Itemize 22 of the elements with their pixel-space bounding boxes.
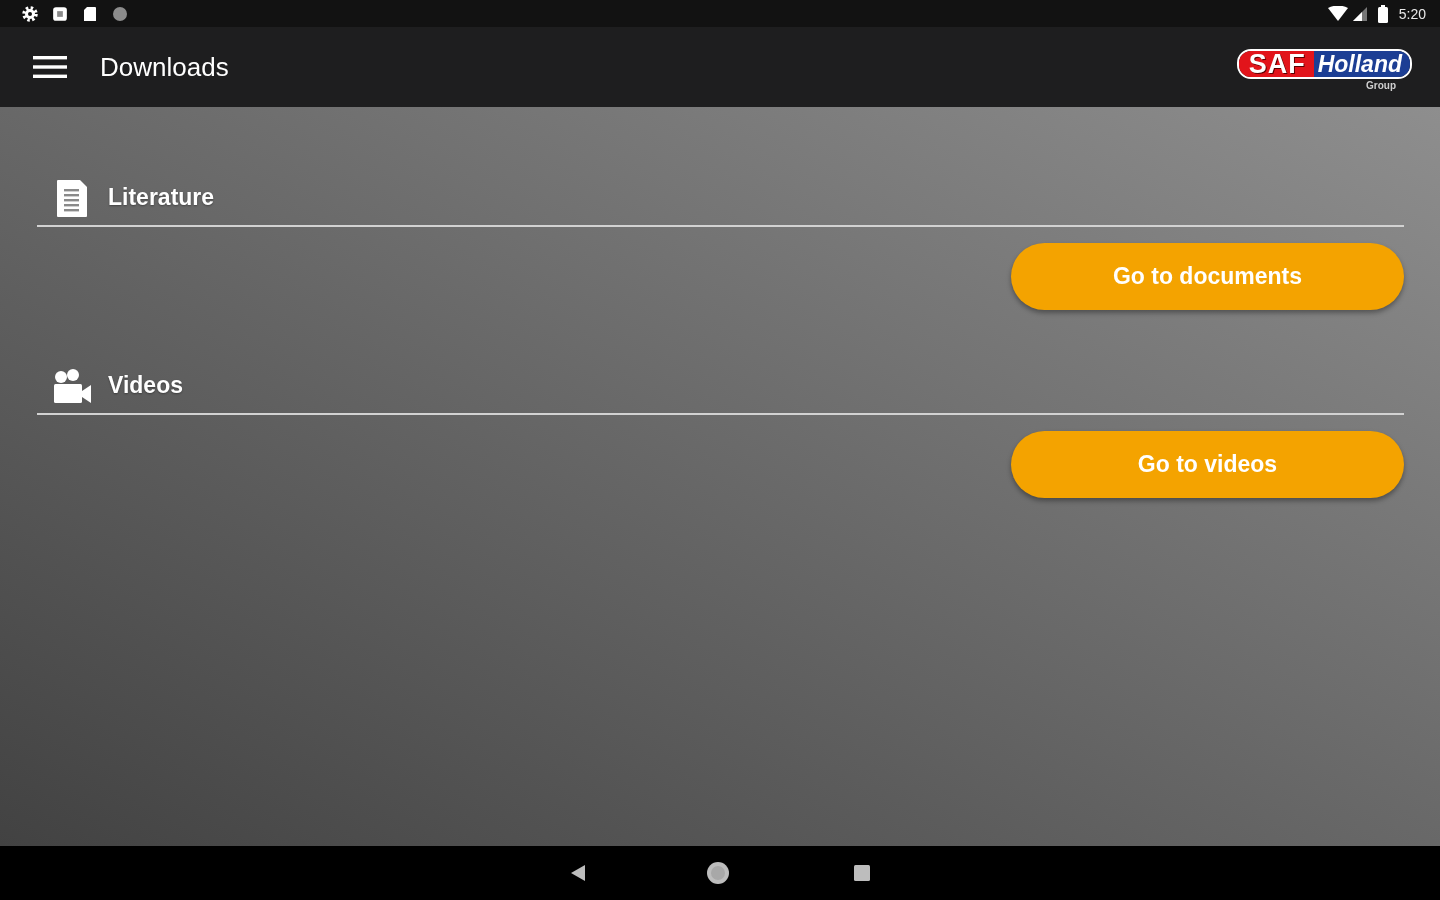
recents-icon[interactable] — [853, 865, 870, 881]
logo-wordmark-secondary: Holland — [1313, 51, 1410, 77]
battery-icon — [1377, 4, 1388, 23]
menu-icon — [33, 56, 67, 78]
logo-tagline: Group — [1366, 80, 1396, 91]
app-title: Downloads — [100, 51, 229, 83]
logo-wordmark: SAF — [1238, 51, 1314, 77]
sd-card-icon — [82, 5, 98, 22]
home-icon[interactable] — [706, 862, 729, 884]
wifi-icon — [1327, 5, 1348, 22]
video-camera-icon — [53, 369, 91, 403]
document-icon — [57, 179, 87, 217]
section-title: Literature — [108, 183, 215, 211]
action-button[interactable]: Go to videos — [1011, 431, 1404, 498]
action-button[interactable]: Go to documents — [1011, 243, 1404, 310]
signal-icon — [1352, 6, 1367, 21]
section-title: Videos — [108, 371, 183, 399]
back-icon[interactable] — [570, 865, 585, 881]
settings-icon — [22, 5, 38, 22]
clock: 5:20 — [1398, 5, 1426, 22]
square-icon — [52, 5, 68, 22]
dot-icon — [112, 5, 128, 22]
